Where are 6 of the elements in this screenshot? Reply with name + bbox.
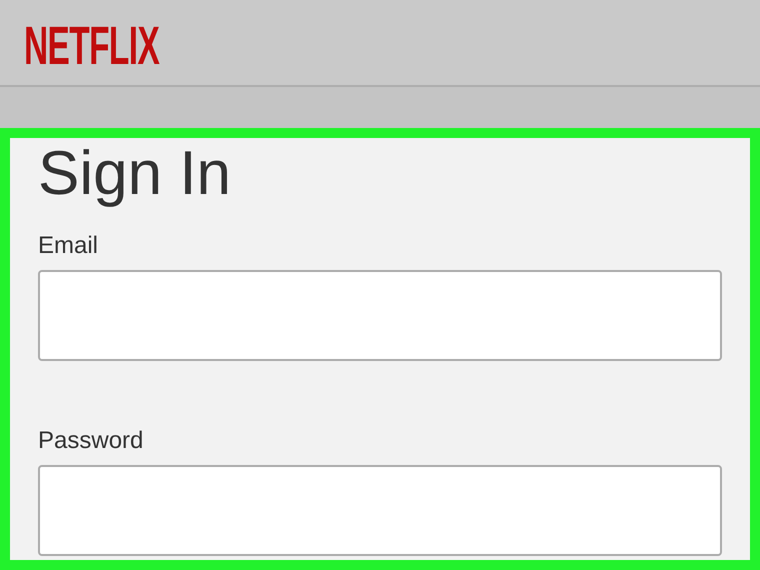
field-label: Email [38,232,98,260]
input-field[interactable] [38,465,722,556]
field-label: Password [38,427,144,455]
input-field[interactable] [38,270,722,361]
logo: NETFLIX [24,22,160,70]
page-title: Sign In [38,142,232,206]
